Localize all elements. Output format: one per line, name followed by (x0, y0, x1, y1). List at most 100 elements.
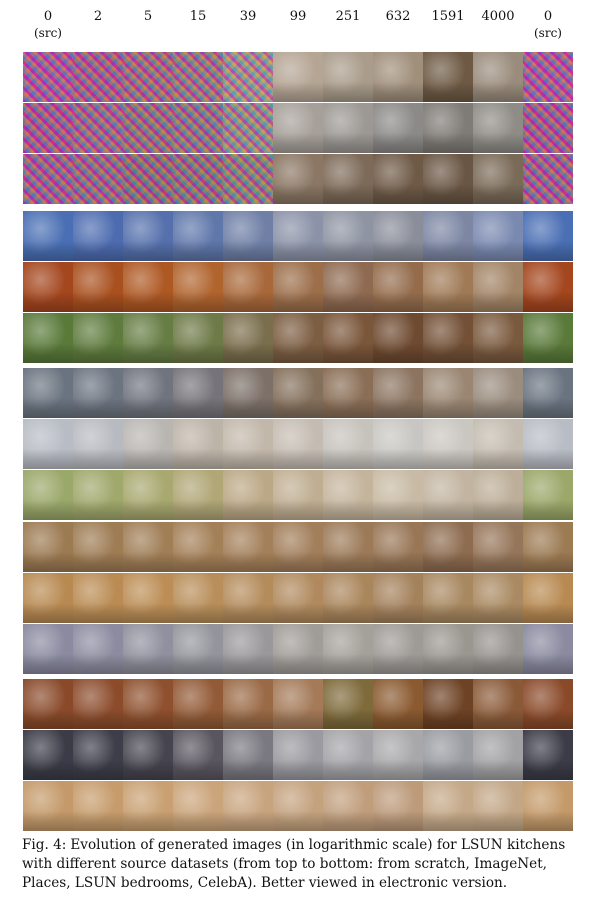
generated-image (123, 154, 173, 204)
generated-image (73, 624, 123, 674)
generated-image (123, 730, 173, 780)
generated-image (523, 313, 573, 363)
image-shade (323, 760, 373, 780)
generated-image (123, 419, 173, 469)
image-shade (273, 184, 323, 204)
image-group (23, 522, 573, 675)
generated-image (323, 419, 373, 469)
image-row (23, 679, 573, 729)
column-header: 632 (373, 8, 423, 25)
generated-image (73, 679, 123, 729)
generated-image (473, 52, 523, 102)
generated-image (323, 624, 373, 674)
image-shade (523, 449, 573, 469)
image-shade (123, 603, 173, 623)
image-shade (123, 449, 173, 469)
generated-image (523, 211, 573, 261)
generated-image (473, 573, 523, 623)
image-shade (23, 449, 73, 469)
image-row (23, 154, 573, 204)
generated-image (173, 522, 223, 572)
generated-image (273, 211, 323, 261)
image-shade (423, 292, 473, 312)
image-shade (73, 500, 123, 520)
generated-image (323, 522, 373, 572)
image-shade (173, 343, 223, 363)
image-row (23, 211, 573, 261)
image-shade (373, 603, 423, 623)
generated-image (423, 522, 473, 572)
image-shade (473, 184, 523, 204)
image-shade (73, 292, 123, 312)
generated-image (323, 52, 373, 102)
generated-image (423, 262, 473, 312)
image-shade (423, 449, 473, 469)
generated-image (523, 262, 573, 312)
generated-image (23, 262, 73, 312)
image-shade (523, 760, 573, 780)
image-shade (73, 552, 123, 572)
image-shade (223, 654, 273, 674)
image-shade (273, 760, 323, 780)
image-shade (23, 603, 73, 623)
image-shade (473, 552, 523, 572)
generated-image (273, 262, 323, 312)
image-shade (323, 603, 373, 623)
generated-image (273, 730, 323, 780)
image-shade (273, 398, 323, 418)
image-shade (473, 500, 523, 520)
image-shade (373, 133, 423, 153)
generated-image (73, 781, 123, 831)
column-header-value: 2 (93, 9, 103, 24)
generated-image (523, 52, 573, 102)
generated-image (323, 262, 373, 312)
generated-image (323, 679, 373, 729)
image-shade (73, 398, 123, 418)
generated-image (373, 470, 423, 520)
generated-image (323, 154, 373, 204)
generated-image (123, 211, 173, 261)
image-highlight (223, 154, 273, 204)
image-shade (173, 603, 223, 623)
generated-image (173, 313, 223, 363)
generated-image (173, 52, 223, 102)
image-shade (373, 449, 423, 469)
generated-image (373, 781, 423, 831)
image-row (23, 313, 573, 363)
generated-image (223, 313, 273, 363)
image-shade (323, 552, 373, 572)
column-header: 0 (src) (523, 8, 573, 42)
image-shade (123, 709, 173, 729)
image-group (23, 211, 573, 364)
generated-image (173, 624, 223, 674)
image-row (23, 730, 573, 780)
image-shade (223, 603, 273, 623)
image-shade (73, 654, 123, 674)
generated-image (223, 730, 273, 780)
image-shade (123, 343, 173, 363)
image-highlight (173, 154, 223, 204)
generated-image (73, 470, 123, 520)
generated-image (373, 522, 423, 572)
image-row (23, 368, 573, 418)
generated-image (373, 262, 423, 312)
generated-image (323, 313, 373, 363)
image-shade (73, 760, 123, 780)
generated-image (423, 730, 473, 780)
generated-image (423, 419, 473, 469)
generated-image (223, 781, 273, 831)
image-shade (223, 449, 273, 469)
image-shade (323, 82, 373, 102)
generated-image (123, 52, 173, 102)
generated-image (523, 624, 573, 674)
generated-image (423, 154, 473, 204)
generated-image (23, 679, 73, 729)
image-shade (423, 82, 473, 102)
column-header-value: 4000 (481, 9, 515, 24)
generated-image (73, 211, 123, 261)
image-shade (273, 343, 323, 363)
image-shade (23, 292, 73, 312)
image-shade (323, 811, 373, 831)
generated-image (373, 211, 423, 261)
generated-image (473, 211, 523, 261)
